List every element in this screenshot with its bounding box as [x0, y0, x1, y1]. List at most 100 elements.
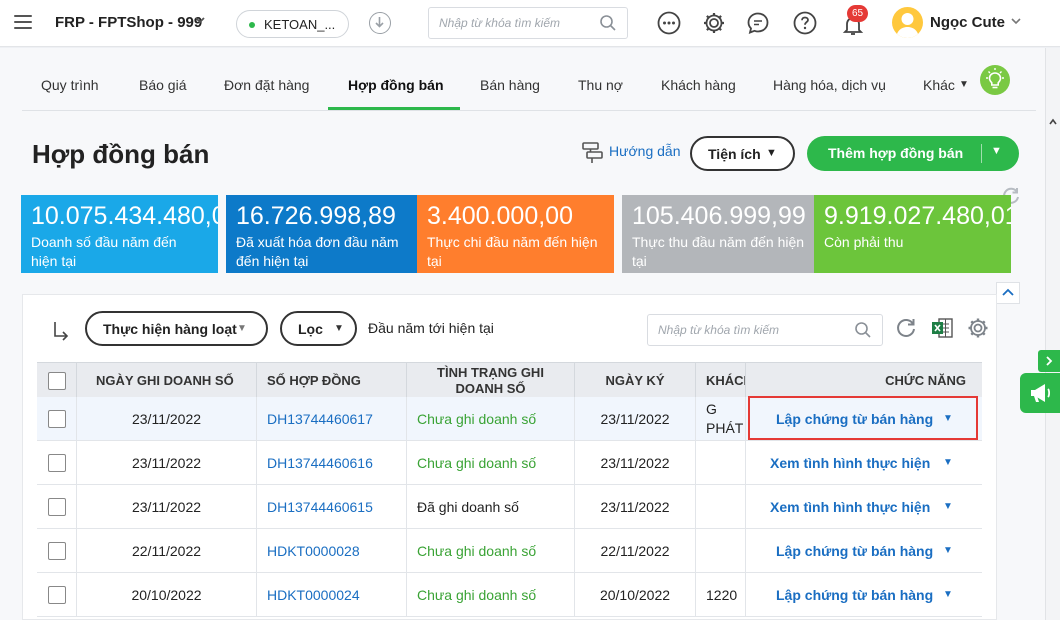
add-dropdown-caret-icon[interactable]: ▼ [991, 145, 1002, 157]
kpi-value: 16.726.998,89 [236, 202, 396, 230]
row-select-cell [37, 397, 77, 440]
table-row[interactable]: 22/11/2022 HDKT0000028 Chưa ghi doanh số… [37, 529, 982, 573]
kpi-card-doanh-so[interactable]: 10.075.434.480,0 Doanh số đầu năm đến hi… [21, 195, 218, 273]
period-label[interactable]: Đầu năm tới hiện tại [368, 320, 494, 336]
tab-ban-hang[interactable]: Bán hàng [480, 77, 540, 93]
cell-date: 20/10/2022 [77, 573, 257, 616]
tab-khach-hang[interactable]: Khách hàng [661, 77, 736, 93]
utilities-button[interactable]: Tiện ích ▼ [690, 136, 795, 171]
col-header-tinh-trang[interactable]: TÌNH TRẠNG GHI DOANH SỐ [407, 363, 575, 398]
cell-signed-date: 20/10/2022 [575, 573, 696, 616]
filter-button[interactable]: Lọc ▼ [280, 311, 357, 346]
lightbulb-icon[interactable] [980, 65, 1010, 95]
page-scrollbar[interactable] [1045, 48, 1060, 620]
add-contract-button[interactable]: Thêm hợp đồng bán ▼ [807, 136, 1019, 171]
excel-icon[interactable] [930, 316, 954, 343]
expand-rows-icon[interactable] [51, 319, 71, 344]
cell-contract-link[interactable]: HDKT0000028 [257, 529, 407, 572]
tab-khac[interactable]: Khác [923, 77, 955, 93]
cell-status: Chưa ghi doanh số [407, 397, 575, 440]
megaphone-icon[interactable] [1020, 373, 1060, 413]
row-action-caret-icon[interactable]: ▼ [943, 457, 953, 468]
tab-quy-trinh[interactable]: Quy trình [41, 77, 99, 93]
cell-status: Đã ghi doanh số [407, 485, 575, 528]
row-select-cell [37, 441, 77, 484]
scroll-up-icon[interactable] [1048, 115, 1058, 129]
cell-contract-link[interactable]: DH13744460615 [257, 485, 407, 528]
tab-don-dat-hang[interactable]: Đơn đặt hàng [224, 77, 309, 93]
collapse-summary-button[interactable] [996, 282, 1020, 304]
cell-status: Chưa ghi doanh số [407, 529, 575, 572]
tab-hop-dong-ban[interactable]: Hợp đồng bán [348, 77, 444, 93]
download-icon[interactable] [369, 12, 391, 34]
database-selector[interactable]: KETOAN_... [236, 10, 349, 38]
utilities-label: Tiện ích [708, 146, 761, 162]
row-checkbox[interactable] [47, 453, 66, 472]
row-action-caret-icon[interactable]: ▼ [943, 545, 953, 556]
refresh-icon[interactable] [894, 316, 918, 343]
caret-down-icon: ▼ [334, 323, 344, 334]
search-placeholder: Nhập từ khóa tìm kiếm [439, 16, 560, 30]
row-checkbox[interactable] [47, 541, 66, 560]
list-search-input[interactable]: Nhập từ khóa tìm kiếm [647, 314, 883, 346]
table-row[interactable]: 23/11/2022 DH13744460616 Chưa ghi doanh … [37, 441, 982, 485]
filter-label: Lọc [298, 321, 323, 337]
notification-badge: 65 [847, 5, 868, 22]
gear-icon[interactable] [702, 11, 726, 35]
guide-icon[interactable] [580, 140, 604, 167]
row-checkbox[interactable] [47, 409, 66, 428]
menu-icon[interactable] [14, 15, 32, 29]
global-search-input[interactable]: Nhập từ khóa tìm kiếm [428, 7, 628, 39]
cell-status: Chưa ghi doanh số [407, 573, 575, 616]
user-name[interactable]: Ngọc Cute [930, 14, 1005, 31]
col-header-so-hop-dong[interactable]: SỐ HỢP ĐỒNG [257, 363, 407, 398]
batch-action-button[interactable]: Thực hiện hàng loạt ▼ [85, 311, 268, 346]
kpi-card-con-phai-thu[interactable]: 9.919.027.480,01 Còn phải thu [814, 195, 1011, 273]
cell-date: 23/11/2022 [77, 441, 257, 484]
page-title: Hợp đồng bán [32, 139, 210, 169]
help-icon[interactable] [793, 11, 817, 35]
tab-thu-no[interactable]: Thu nợ [578, 77, 623, 93]
cell-date: 23/11/2022 [77, 485, 257, 528]
avatar[interactable] [892, 7, 923, 38]
side-panel-toggle-icon[interactable] [1038, 350, 1060, 372]
row-select-cell [37, 573, 77, 616]
cell-contract-link[interactable]: DH13744460616 [257, 441, 407, 484]
cell-contract-link[interactable]: DH13744460617 [257, 397, 407, 440]
tab-bao-gia[interactable]: Báo giá [139, 77, 186, 93]
user-chevron-down-icon[interactable] [1010, 15, 1022, 30]
search-placeholder: Nhập từ khóa tìm kiếm [658, 323, 779, 337]
module-tabs: Quy trình Báo giá Đơn đặt hàng Hợp đồng … [22, 48, 1036, 111]
kpi-label: Đã xuất hóa đơn đầu năm đến hiện tại [236, 234, 399, 269]
chat-icon[interactable] [746, 11, 770, 35]
app-chevron-down-icon[interactable] [194, 14, 206, 29]
table-row[interactable]: 20/10/2022 HDKT0000024 Chưa ghi doanh số… [37, 573, 982, 617]
app-name[interactable]: FRP - FPTShop - 999 [55, 14, 202, 31]
kpi-value: 3.400.000,00 [427, 202, 573, 230]
row-select-cell [37, 529, 77, 572]
row-action-caret-icon[interactable]: ▼ [943, 589, 953, 600]
row-checkbox[interactable] [47, 585, 66, 604]
col-header-ngay-ky[interactable]: NGÀY KÝ [575, 363, 696, 398]
gear-icon[interactable] [966, 316, 990, 343]
col-header-khach[interactable]: KHÁCH [696, 363, 746, 398]
kpi-card-thuc-thu[interactable]: 105.406.999,99 Thực thu đầu năm đến hiện… [622, 195, 819, 273]
kpi-card-thuc-chi[interactable]: 3.400.000,00 Thực chi đầu năm đến hiện t… [417, 195, 614, 273]
kpi-label: Thực chi đầu năm đến hiện tại [427, 234, 598, 269]
kpi-value: 10.075.434.480,0 [31, 202, 218, 230]
select-all-checkbox[interactable] [47, 371, 66, 390]
col-header-ngay-ghi-doanh-so[interactable]: NGÀY GHI DOANH SỐ [77, 363, 257, 398]
tab-hang-hoa-dich-vu[interactable]: Hàng hóa, dịch vụ [773, 77, 886, 93]
row-action-caret-icon[interactable]: ▼ [943, 501, 953, 512]
search-icon[interactable] [854, 321, 872, 342]
search-icon[interactable] [599, 14, 617, 35]
table-row[interactable]: 23/11/2022 DH13744460615 Đã ghi doanh số… [37, 485, 982, 529]
cell-signed-date: 23/11/2022 [575, 485, 696, 528]
cell-contract-link[interactable]: HDKT0000024 [257, 573, 407, 616]
kpi-card-da-xuat-hoa-don[interactable]: 16.726.998,89 Đã xuất hóa đơn đầu năm đế… [226, 195, 423, 273]
tab-khac-caret-icon[interactable]: ▼ [959, 79, 969, 90]
more-icon[interactable] [657, 11, 681, 35]
row-checkbox[interactable] [47, 497, 66, 516]
guide-link[interactable]: Hướng dẫn [609, 143, 680, 159]
add-contract-label: Thêm hợp đồng bán [828, 145, 964, 161]
